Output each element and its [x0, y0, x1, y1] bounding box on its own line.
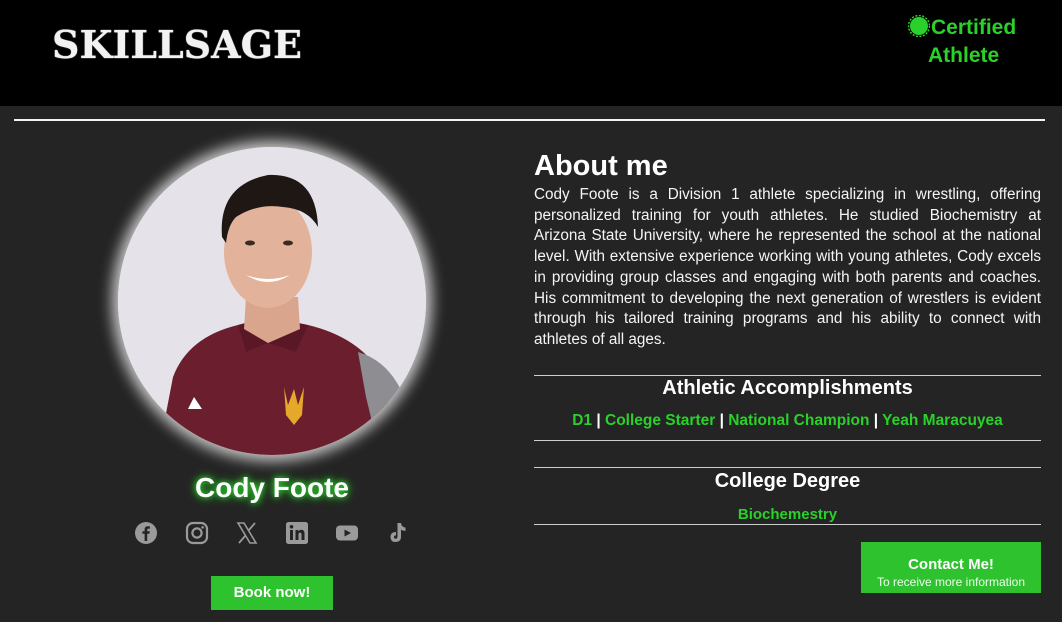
header-bar: SKILLSAGE Certified Athlete — [0, 0, 1062, 106]
athlete-name: Cody Foote — [195, 472, 349, 503]
header-divider — [14, 119, 1045, 121]
accomplishment-item: College Starter — [605, 412, 716, 429]
separator: | — [873, 412, 879, 429]
accomplishments-list: D1 | College Starter | National Champion… — [534, 412, 1041, 430]
tiktok-icon[interactable] — [384, 520, 410, 546]
certified-athlete-badge: Certified Athlete — [905, 14, 1045, 70]
accomplishments-title: Athletic Accomplishments — [662, 377, 913, 399]
degree-value: Biochemestry — [737, 506, 838, 523]
skillsage-logo[interactable]: SKILLSAGE — [52, 10, 303, 76]
about-title: About me — [534, 150, 668, 182]
degree-title: College Degree — [714, 470, 861, 492]
accomplishment-item: Yeah Maracuyea — [882, 412, 1003, 429]
accomplishments-top-rule — [534, 375, 1041, 376]
contact-label: Contact Me! — [908, 555, 994, 573]
contact-sublabel: To receive more information — [876, 574, 1026, 589]
x-icon[interactable] — [234, 520, 260, 546]
separator: | — [596, 412, 601, 429]
degree-top-rule — [534, 467, 1041, 468]
social-links — [133, 520, 413, 546]
accomplishment-item: National Champion — [728, 412, 870, 429]
degree-bottom-rule — [534, 524, 1041, 525]
certified-badge-icon — [908, 15, 930, 37]
youtube-icon[interactable] — [334, 520, 360, 546]
logo-text: SKILLSAGE — [52, 22, 303, 67]
accomplishments-bottom-rule — [534, 440, 1041, 441]
facebook-icon[interactable] — [133, 520, 159, 546]
book-now-button[interactable]: Book now! — [211, 576, 333, 610]
contact-me-button[interactable]: Contact Me! To receive more information — [861, 542, 1041, 593]
separator: | — [719, 412, 724, 429]
athlete-label: Athlete — [928, 44, 1000, 67]
linkedin-icon[interactable] — [284, 520, 310, 546]
accomplishment-item: D1 — [572, 412, 593, 429]
about-body: Cody Foote is a Division 1 athlete speci… — [534, 186, 1041, 348]
instagram-icon[interactable] — [184, 520, 210, 546]
athlete-photo — [118, 147, 426, 455]
